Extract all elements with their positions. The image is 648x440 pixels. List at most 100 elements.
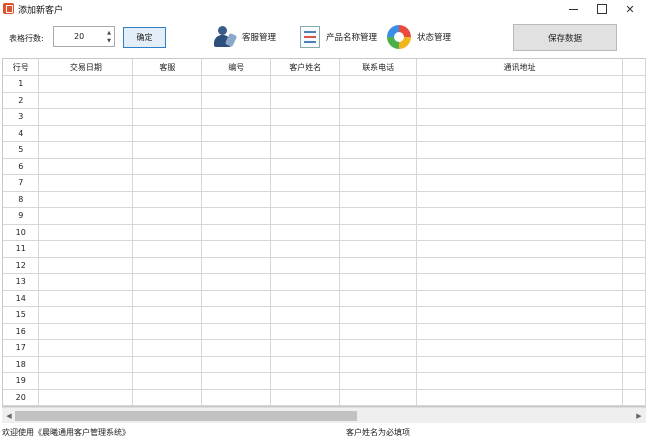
- table-row[interactable]: 10: [3, 224, 646, 241]
- table-cell[interactable]: [416, 75, 623, 93]
- table-cell[interactable]: [132, 323, 203, 340]
- table-cell[interactable]: [38, 158, 134, 175]
- table-cell[interactable]: [38, 323, 134, 340]
- table-cell[interactable]: [339, 125, 418, 142]
- table-cell[interactable]: [38, 389, 134, 406]
- table-cell[interactable]: [201, 273, 272, 291]
- table-row[interactable]: 1: [3, 75, 646, 93]
- table-cell[interactable]: [416, 356, 623, 373]
- table-cell[interactable]: [416, 158, 623, 175]
- table-cell[interactable]: [201, 158, 272, 175]
- table-cell[interactable]: [38, 240, 134, 258]
- table-cell[interactable]: [339, 306, 418, 324]
- scroll-left-icon[interactable]: ◀: [3, 410, 15, 422]
- table-cell[interactable]: [201, 240, 272, 258]
- column-header[interactable]: 编号: [201, 59, 272, 76]
- table-cell[interactable]: [132, 207, 203, 225]
- table-cell[interactable]: [132, 339, 203, 357]
- table-row[interactable]: 4: [3, 125, 646, 142]
- table-cell[interactable]: [270, 75, 341, 93]
- table-cell[interactable]: [132, 75, 203, 93]
- table-cell[interactable]: [201, 224, 272, 241]
- table-cell[interactable]: [339, 207, 418, 225]
- save-button[interactable]: 保存数据: [513, 24, 617, 51]
- table-cell[interactable]: [132, 125, 203, 142]
- table-cell[interactable]: [38, 257, 134, 274]
- table-cell[interactable]: [416, 323, 623, 340]
- table-cell[interactable]: [132, 273, 203, 291]
- rows-stepper[interactable]: 20 ▲ ▼: [53, 26, 115, 47]
- table-cell[interactable]: [416, 290, 623, 307]
- table-cell[interactable]: [201, 389, 272, 406]
- table-cell[interactable]: [38, 290, 134, 307]
- table-row[interactable]: 3: [3, 108, 646, 126]
- table-cell[interactable]: [201, 323, 272, 340]
- table-cell[interactable]: [270, 224, 341, 241]
- table-cell[interactable]: [201, 257, 272, 274]
- table-cell[interactable]: [38, 108, 134, 126]
- table-cell[interactable]: [38, 356, 134, 373]
- table-row[interactable]: 18: [3, 356, 646, 373]
- table-cell[interactable]: [339, 141, 418, 159]
- table-row[interactable]: 15: [3, 306, 646, 324]
- table-cell[interactable]: [201, 207, 272, 225]
- table-cell[interactable]: [38, 372, 134, 390]
- table-cell[interactable]: [270, 273, 341, 291]
- table-cell[interactable]: [201, 125, 272, 142]
- table-cell[interactable]: [270, 125, 341, 142]
- table-cell[interactable]: [38, 207, 134, 225]
- table-cell[interactable]: [132, 158, 203, 175]
- rows-value[interactable]: 20: [74, 32, 84, 41]
- table-cell[interactable]: [132, 290, 203, 307]
- table-cell[interactable]: [201, 75, 272, 93]
- table-cell[interactable]: [270, 240, 341, 258]
- column-header[interactable]: 客服: [132, 59, 203, 76]
- minimize-icon[interactable]: [560, 0, 586, 18]
- table-cell[interactable]: [339, 323, 418, 340]
- table-cell[interactable]: [270, 306, 341, 324]
- table-cell[interactable]: [416, 257, 623, 274]
- table-cell[interactable]: [270, 290, 341, 307]
- table-cell[interactable]: [201, 306, 272, 324]
- table-cell[interactable]: [416, 339, 623, 357]
- table-cell[interactable]: [38, 92, 134, 109]
- table-cell[interactable]: [270, 158, 341, 175]
- table-cell[interactable]: [132, 306, 203, 324]
- table-cell[interactable]: [201, 92, 272, 109]
- table-cell[interactable]: [339, 290, 418, 307]
- column-header[interactable]: 通讯地址: [416, 59, 623, 76]
- table-cell[interactable]: [416, 240, 623, 258]
- table-cell[interactable]: [416, 273, 623, 291]
- table-cell[interactable]: [339, 257, 418, 274]
- table-cell[interactable]: [38, 273, 134, 291]
- table-cell[interactable]: [132, 108, 203, 126]
- scroll-thumb[interactable]: [15, 411, 357, 421]
- table-cell[interactable]: [201, 141, 272, 159]
- table-cell[interactable]: [270, 339, 341, 357]
- table-cell[interactable]: [339, 75, 418, 93]
- table-cell[interactable]: [201, 339, 272, 357]
- table-cell[interactable]: [38, 306, 134, 324]
- column-header[interactable]: 客户姓名: [270, 59, 341, 76]
- table-row[interactable]: 13: [3, 273, 646, 291]
- status-button[interactable]: 状态管理: [387, 24, 451, 50]
- customer-grid[interactable]: 行号 交易日期 客服 编号 客户姓名 联系电话 通讯地址 1 2 3 4 5 6 7 8 9 10 11 12 13…: [2, 58, 646, 407]
- table-cell[interactable]: [132, 141, 203, 159]
- table-cell[interactable]: [201, 174, 272, 192]
- table-cell[interactable]: [416, 108, 623, 126]
- table-cell[interactable]: [201, 372, 272, 390]
- table-cell[interactable]: [339, 108, 418, 126]
- table-row[interactable]: 14: [3, 290, 646, 307]
- table-cell[interactable]: [132, 389, 203, 406]
- table-cell[interactable]: [132, 174, 203, 192]
- column-header[interactable]: 行号: [3, 59, 40, 76]
- table-cell[interactable]: [416, 306, 623, 324]
- table-cell[interactable]: [339, 273, 418, 291]
- table-cell[interactable]: [270, 257, 341, 274]
- table-cell[interactable]: [416, 141, 623, 159]
- column-header[interactable]: 交易日期: [38, 59, 134, 76]
- table-cell[interactable]: [416, 174, 623, 192]
- table-row[interactable]: 17: [3, 339, 646, 357]
- table-cell[interactable]: [416, 224, 623, 241]
- table-cell[interactable]: [416, 389, 623, 406]
